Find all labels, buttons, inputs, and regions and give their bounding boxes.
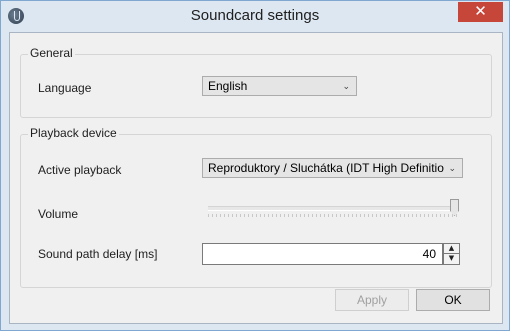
- apply-button[interactable]: Apply: [335, 289, 409, 311]
- spin-up-button[interactable]: ▲: [443, 243, 460, 254]
- delay-spinner: ▲ ▼: [443, 243, 460, 265]
- chevron-down-icon: ⌄: [339, 77, 350, 95]
- language-label: Language: [38, 81, 92, 95]
- sound-path-delay-input[interactable]: 40: [202, 243, 443, 265]
- active-playback-label: Active playback: [38, 163, 122, 177]
- playback-group-title: Playback device: [28, 126, 119, 140]
- general-group-title: General: [28, 46, 75, 60]
- language-dropdown[interactable]: English ⌄: [202, 76, 357, 96]
- ok-button[interactable]: OK: [416, 289, 490, 311]
- sound-path-delay-label: Sound path delay [ms]: [38, 247, 158, 261]
- volume-slider-track[interactable]: [208, 206, 458, 211]
- spin-down-button[interactable]: ▼: [443, 254, 460, 265]
- active-playback-dropdown[interactable]: Reproduktory / Sluchátka (IDT High Defin…: [202, 158, 463, 178]
- dialog-client-area: General Language English ⌄ Playback devi…: [9, 32, 503, 324]
- language-value: English: [208, 79, 248, 93]
- soundcard-settings-window: Soundcard settings ✕ General Language En…: [0, 0, 510, 331]
- chevron-down-icon: ⌄: [445, 159, 456, 177]
- volume-slider-ticks: [208, 214, 458, 217]
- window-title: Soundcard settings: [190, 7, 320, 24]
- volume-label: Volume: [38, 207, 79, 221]
- active-playback-value: Reproduktory / Sluchátka (IDT High Defin…: [208, 161, 444, 175]
- close-button[interactable]: ✕: [458, 2, 503, 22]
- title-bar[interactable]: Soundcard settings ✕: [1, 1, 509, 32]
